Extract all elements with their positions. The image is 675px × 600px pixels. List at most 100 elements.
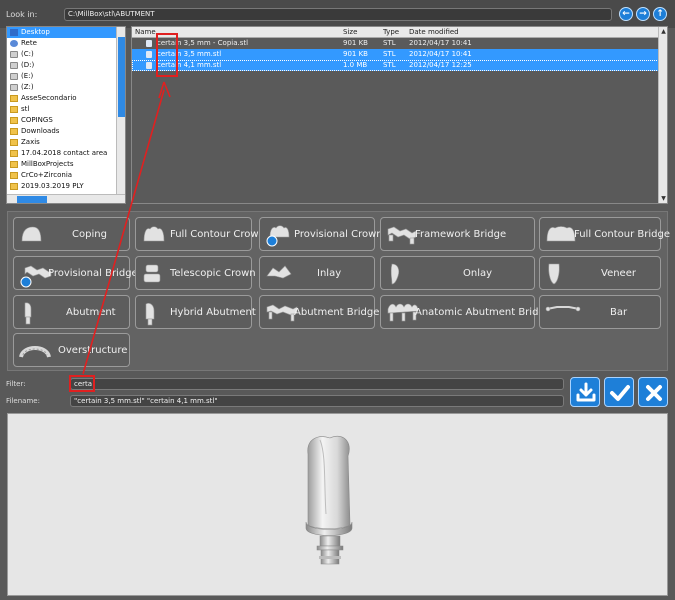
tree-item[interactable]: (D:) bbox=[7, 60, 125, 71]
look-in-bar: Look in: C:\MillBox\stl\ABUTMENT ← → ↑ bbox=[0, 0, 675, 28]
bar-icon bbox=[545, 301, 581, 320]
veneer-icon bbox=[545, 262, 563, 289]
category-label: Full Contour Bridge bbox=[574, 229, 670, 240]
inlay-icon bbox=[265, 262, 293, 285]
scroll-up-icon[interactable]: ▲ bbox=[660, 28, 667, 35]
category-label: Provisional Bridge bbox=[48, 268, 138, 279]
category-button-provisional-bridge[interactable]: Provisional Bridge bbox=[13, 256, 138, 290]
col-type[interactable]: Type bbox=[383, 28, 399, 36]
ok-button[interactable] bbox=[604, 377, 634, 407]
tree-vertical-scrollbar[interactable] bbox=[116, 27, 125, 195]
folder-icon bbox=[10, 150, 18, 157]
network-icon bbox=[10, 40, 18, 47]
tree-item-label: (Z:) bbox=[21, 83, 34, 91]
tree-item[interactable]: 2019.03.2019 PLY bbox=[7, 181, 125, 192]
file-size: 901 KB bbox=[343, 39, 368, 47]
col-size[interactable]: Size bbox=[343, 28, 357, 36]
file-icon bbox=[146, 62, 152, 69]
file-type: STL bbox=[383, 50, 396, 58]
category-button-overstructure[interactable]: Overstructure bbox=[13, 333, 130, 367]
category-button-abutment-bridge[interactable]: Abutment Bridge bbox=[259, 295, 379, 329]
category-label: Full Contour Crown bbox=[170, 229, 265, 240]
tree-item-label: Rete bbox=[21, 39, 37, 47]
up-icon[interactable]: ↑ bbox=[653, 7, 667, 21]
category-label: Telescopic Crown bbox=[170, 268, 256, 279]
tree-item-label: (D:) bbox=[21, 61, 35, 69]
annotation-highlight-filter bbox=[69, 375, 95, 392]
tree-item[interactable]: COPINGS bbox=[7, 115, 125, 126]
cancel-button[interactable] bbox=[638, 377, 668, 407]
tree-item[interactable]: (Z:) bbox=[7, 82, 125, 93]
file-row[interactable]: certain 3,5 mm.stl 901 KB STL 2012/04/17 10… bbox=[132, 49, 667, 60]
category-button-telescopic-crown[interactable]: Telescopic Crown bbox=[135, 256, 256, 290]
category-button-full-contour-crown[interactable]: Full Contour Crown bbox=[135, 217, 265, 251]
category-button-bar[interactable]: Bar bbox=[539, 295, 661, 329]
folder-icon bbox=[10, 106, 18, 113]
category-button-provisional-crown[interactable]: Provisional Crown bbox=[259, 217, 383, 251]
file-date: 2012/04/17 12:25 bbox=[409, 61, 472, 69]
tree-item[interactable]: AsseSecondario bbox=[7, 93, 125, 104]
tree-item[interactable]: stl bbox=[7, 104, 125, 115]
folder-icon bbox=[10, 95, 18, 102]
tree-item-label: MillBoxProjects bbox=[21, 160, 74, 168]
tree-item[interactable]: Downloads bbox=[7, 126, 125, 137]
forward-icon[interactable]: → bbox=[636, 7, 650, 21]
category-button-coping[interactable]: Coping bbox=[13, 217, 130, 251]
tree-item[interactable]: CrCo+Zirconia bbox=[7, 170, 125, 181]
filename-input[interactable]: "certain 3,5 mm.stl" "certain 4,1 mm.stl… bbox=[70, 395, 564, 407]
tree-item-label: Downloads bbox=[21, 127, 60, 135]
model-preview[interactable] bbox=[7, 413, 668, 596]
drive-icon bbox=[10, 73, 18, 80]
tree-horizontal-scrollbar[interactable] bbox=[7, 194, 125, 203]
tree-hscroll-thumb[interactable] bbox=[17, 196, 47, 203]
tree-item[interactable]: Rete bbox=[7, 38, 125, 49]
tree-scroll-thumb[interactable] bbox=[118, 37, 125, 117]
tree-item[interactable]: MillBoxProjects bbox=[7, 159, 125, 170]
framework-bridge-icon bbox=[386, 223, 418, 248]
import-button[interactable] bbox=[570, 377, 600, 407]
category-button-inlay[interactable]: Inlay bbox=[259, 256, 375, 290]
category-button-veneer[interactable]: Veneer bbox=[539, 256, 661, 290]
file-row[interactable]: certain 4,1 mm.stl 1.0 MB STL 2012/04/17 12… bbox=[132, 60, 667, 71]
category-label: Inlay bbox=[317, 268, 342, 279]
file-list-scrollbar[interactable]: ▲ ▼ bbox=[658, 27, 667, 203]
tree-item-label: COPINGS bbox=[21, 116, 53, 124]
file-icon bbox=[146, 40, 152, 47]
tree-item-label: Desktop bbox=[21, 28, 50, 36]
file-size: 901 KB bbox=[343, 50, 368, 58]
look-in-path-field[interactable]: C:\MillBox\stl\ABUTMENT bbox=[64, 8, 612, 21]
tree-item[interactable]: (C:) bbox=[7, 49, 125, 60]
category-button-framework-bridge[interactable]: Framework Bridge bbox=[380, 217, 535, 251]
file-row[interactable]: certain 3,5 mm - Copia.stl 901 KB STL 2012/… bbox=[132, 38, 667, 49]
filter-input[interactable]: certa bbox=[70, 378, 564, 390]
category-button-abutment[interactable]: Abutment bbox=[13, 295, 130, 329]
checkmark-icon bbox=[610, 385, 630, 401]
tree-item[interactable]: Zaxis bbox=[7, 137, 125, 148]
tree-item[interactable]: 17.04.2018 contact area bbox=[7, 148, 125, 159]
tree-item[interactable]: (E:) bbox=[7, 71, 125, 82]
file-list[interactable]: Name Size Type Date modified certain 3,5… bbox=[131, 26, 668, 204]
file-icon bbox=[146, 51, 152, 58]
tree-item[interactable]: Desktop bbox=[7, 27, 125, 38]
tree-item-label: (C:) bbox=[21, 50, 34, 58]
category-label: Onlay bbox=[463, 268, 493, 279]
col-date[interactable]: Date modified bbox=[409, 28, 459, 36]
filter-label: Filter: bbox=[6, 380, 26, 388]
folder-icon bbox=[10, 172, 18, 179]
annotation-highlight-files bbox=[156, 33, 178, 77]
col-name[interactable]: Name bbox=[135, 28, 156, 36]
category-button-anatomic-abutment-bridge[interactable]: Anatomic Abutment Bridge bbox=[380, 295, 551, 329]
category-button-full-contour-bridge[interactable]: Full Contour Bridge bbox=[539, 217, 670, 251]
category-label: Bar bbox=[610, 307, 628, 318]
folder-tree[interactable]: Desktop Rete (C:) (D:) (E:) (Z:) AsseSecondari… bbox=[6, 26, 126, 204]
category-label: Coping bbox=[72, 229, 107, 240]
category-button-onlay[interactable]: Onlay bbox=[380, 256, 535, 290]
scroll-down-icon[interactable]: ▼ bbox=[660, 195, 667, 202]
file-date: 2012/04/17 10:41 bbox=[409, 39, 472, 47]
category-button-hybrid-abutment[interactable]: Hybrid Abutment bbox=[135, 295, 256, 329]
desktop-icon bbox=[10, 29, 18, 36]
back-icon[interactable]: ← bbox=[619, 7, 633, 21]
look-in-label: Look in: bbox=[6, 10, 38, 19]
tree-item-label: AsseSecondario bbox=[21, 94, 77, 102]
abutment-icon bbox=[19, 301, 37, 330]
